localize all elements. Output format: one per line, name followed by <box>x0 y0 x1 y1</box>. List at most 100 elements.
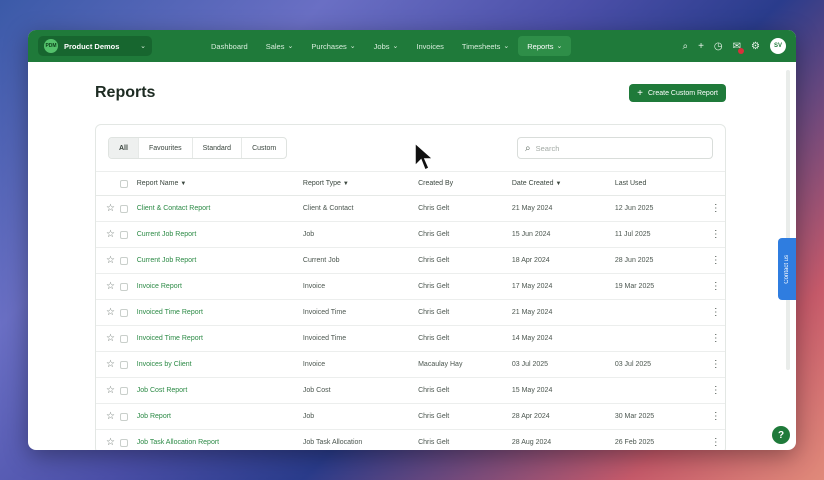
tab-all[interactable]: All <box>109 138 139 158</box>
last-used-cell: 30 Mar 2025 <box>614 403 707 430</box>
row-select-cell <box>120 221 137 248</box>
row-checkbox[interactable] <box>120 308 129 317</box>
vertical-scrollbar[interactable] <box>786 70 790 370</box>
row-select-cell <box>120 273 137 300</box>
help-button[interactable]: ? <box>772 426 790 444</box>
row-checkbox[interactable] <box>120 438 129 447</box>
table-row[interactable]: ☆ Invoiced Time Report Invoiced Time Chris … <box>96 325 725 352</box>
star-icon[interactable]: ☆ <box>96 377 121 404</box>
star-icon[interactable]: ☆ <box>96 195 121 222</box>
row-checkbox[interactable] <box>120 256 129 265</box>
column-date-created[interactable]: Date Created ▼ <box>511 171 615 196</box>
report-type-cell: Invoiced Time <box>302 325 419 352</box>
table-row[interactable]: ☆ Client & Contact Report Client & Contact… <box>96 195 725 222</box>
tab-favourites[interactable]: Favourites <box>139 138 193 158</box>
table-row[interactable]: ☆ Job Report Job Chris Gelt 28 Apr 2024 30 Ma… <box>96 403 725 430</box>
row-checkbox[interactable] <box>120 230 129 239</box>
nav-actions: ⌕ + ◷ ✉ ⚙ SV <box>682 38 786 54</box>
more-options-icon[interactable]: ⋮ <box>706 247 725 274</box>
report-name-link[interactable]: Job Report <box>136 403 303 430</box>
star-icon[interactable]: ☆ <box>96 403 121 430</box>
contact-us-label: Contact us <box>784 254 790 284</box>
nav-item-invoices[interactable]: Invoices <box>407 36 453 56</box>
notifications-icon[interactable]: ✉ <box>733 41 745 54</box>
report-name-link[interactable]: Job Task Allocation Report <box>136 429 303 450</box>
star-icon[interactable]: ☆ <box>96 351 121 378</box>
report-name-link[interactable]: Current Job Report <box>136 247 303 274</box>
created-by-cell: Chris Gelt <box>418 299 512 326</box>
row-checkbox[interactable] <box>120 360 129 369</box>
more-options-icon[interactable]: ⋮ <box>706 221 725 248</box>
row-checkbox[interactable] <box>120 282 129 291</box>
nav-item-timesheets[interactable]: Timesheets ⌄ <box>453 36 518 56</box>
date-created-cell: 21 May 2024 <box>511 195 615 222</box>
star-icon[interactable]: ☆ <box>96 429 121 450</box>
main-menu: Dashboard Sales ⌄ Purchases ⌄ Jobs ⌄ Invoices Ti… <box>202 36 572 56</box>
more-options-icon[interactable]: ⋮ <box>706 403 725 430</box>
nav-item-sales[interactable]: Sales ⌄ <box>257 36 303 56</box>
clock-icon[interactable]: ◷ <box>714 41 723 52</box>
more-options-icon[interactable]: ⋮ <box>706 429 725 450</box>
nav-item-dashboard[interactable]: Dashboard <box>202 36 257 56</box>
report-name-link[interactable]: Job Cost Report <box>136 377 303 404</box>
more-options-icon[interactable]: ⋮ <box>706 195 725 222</box>
column-created-by[interactable]: Created By <box>418 171 512 196</box>
row-checkbox[interactable] <box>120 334 129 343</box>
report-name-link[interactable]: Current Job Report <box>136 221 303 248</box>
table-row[interactable]: ☆ Job Cost Report Job Cost Chris Gelt 15 May… <box>96 377 725 404</box>
select-all-checkbox[interactable] <box>120 179 129 188</box>
settings-icon[interactable]: ⚙ <box>751 41 760 52</box>
more-options-icon[interactable]: ⋮ <box>706 299 725 326</box>
chevron-down-icon: ⌄ <box>140 43 146 50</box>
row-select-cell <box>120 195 137 222</box>
star-icon[interactable]: ☆ <box>96 273 121 300</box>
contact-us-tab[interactable]: Contact us <box>778 238 796 300</box>
table-row[interactable]: ☆ Current Job Report Current Job Chris Gelt… <box>96 247 725 274</box>
report-name-link[interactable]: Client & Contact Report <box>136 195 303 222</box>
row-checkbox[interactable] <box>120 386 129 395</box>
page-title: Reports <box>95 84 156 101</box>
plus-icon[interactable]: + <box>698 41 704 52</box>
org-switcher[interactable]: PDM Product Demos ⌄ <box>38 36 152 56</box>
table-row[interactable]: ☆ Job Task Allocation Report Job Task Allo… <box>96 429 725 450</box>
nav-item-purchases[interactable]: Purchases ⌄ <box>302 36 364 56</box>
column-report-type[interactable]: Report Type ▼ <box>302 171 419 196</box>
table-row[interactable]: ☆ Invoiced Time Report Invoiced Time Chris … <box>96 299 725 326</box>
search-icon: ⌕ <box>525 142 531 154</box>
table-row[interactable]: ☆ Invoices by Client Invoice Macaulay Hay 03… <box>96 351 725 378</box>
create-custom-report-button[interactable]: + Create Custom Report <box>629 84 726 102</box>
nav-item-reports[interactable]: Reports ⌄ <box>518 36 572 56</box>
report-type-cell: Job <box>302 403 419 430</box>
report-name-link[interactable]: Invoice Report <box>136 273 303 300</box>
row-checkbox[interactable] <box>120 412 129 421</box>
more-options-icon[interactable]: ⋮ <box>706 325 725 352</box>
star-icon[interactable]: ☆ <box>96 221 121 248</box>
tab-standard[interactable]: Standard <box>193 138 243 158</box>
row-checkbox[interactable] <box>120 204 129 213</box>
column-last-used[interactable]: Last Used <box>614 171 707 196</box>
created-by-cell: Chris Gelt <box>418 221 512 248</box>
more-options-icon[interactable]: ⋮ <box>706 377 725 404</box>
user-avatar[interactable]: SV <box>770 38 786 54</box>
last-used-cell: 26 Feb 2025 <box>614 429 707 450</box>
table-row[interactable]: ☆ Current Job Report Job Chris Gelt 15 Jun 2… <box>96 221 725 248</box>
search-box[interactable]: ⌕ <box>517 137 713 159</box>
last-used-cell: 11 Jul 2025 <box>614 221 707 248</box>
more-options-icon[interactable]: ⋮ <box>706 351 725 378</box>
star-icon[interactable]: ☆ <box>96 247 121 274</box>
nav-item-jobs[interactable]: Jobs ⌄ <box>365 36 408 56</box>
search-input[interactable] <box>535 143 705 153</box>
report-name-link[interactable]: Invoiced Time Report <box>136 299 303 326</box>
star-icon[interactable]: ☆ <box>96 299 121 326</box>
report-name-link[interactable]: Invoiced Time Report <box>136 325 303 352</box>
table-row[interactable]: ☆ Invoice Report Invoice Chris Gelt 17 May 2… <box>96 273 725 300</box>
chevron-down-icon: ▼ <box>180 181 187 187</box>
search-icon[interactable]: ⌕ <box>682 41 688 52</box>
column-report-name[interactable]: Report Name ▼ <box>136 171 303 196</box>
tab-custom[interactable]: Custom <box>242 138 286 158</box>
star-icon[interactable]: ☆ <box>96 325 121 352</box>
more-options-icon[interactable]: ⋮ <box>706 273 725 300</box>
chevron-down-icon: ⌄ <box>392 43 399 50</box>
date-created-cell: 14 May 2024 <box>511 325 615 352</box>
report-name-link[interactable]: Invoices by Client <box>136 351 303 378</box>
